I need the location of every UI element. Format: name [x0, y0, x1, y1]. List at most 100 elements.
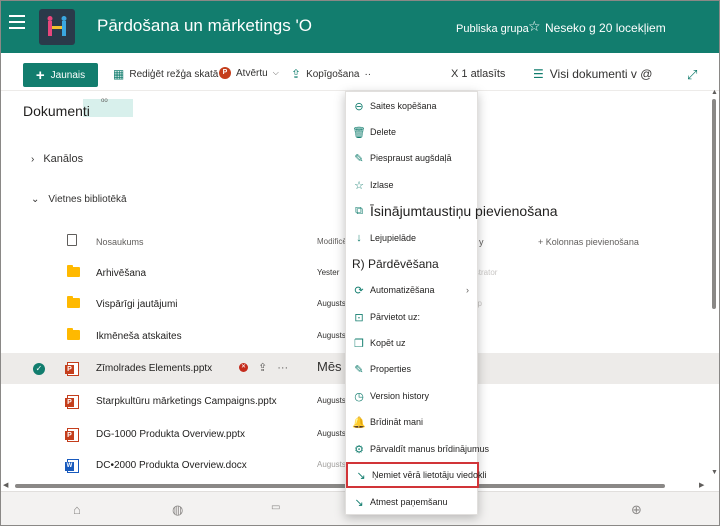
menu-item-rename[interactable]: R) Pārdēvēšana [346, 251, 479, 277]
open-label: Atvērtu [236, 67, 268, 79]
powerpoint-file-icon [65, 395, 79, 409]
share-button[interactable]: ⇪ Kopīgošana ·· [291, 67, 371, 81]
globe-icon[interactable]: ◍ [172, 502, 183, 518]
checkout-icon: ↘ [356, 469, 366, 482]
file-name[interactable]: Zīmolrades Elements.pptx [96, 363, 212, 374]
powerpoint-file-icon [65, 428, 79, 442]
plus-icon: + [35, 66, 45, 84]
menu-item-add-shortcut[interactable]: ⧉ Īsinājumtaustiņu pievienošana [346, 198, 558, 224]
selected-count[interactable]: X 1 atlasīts [451, 68, 505, 80]
row-checkmark-icon[interactable]: ✓ [33, 363, 45, 375]
menu-item-delete[interactable]: 🗑 Delete [346, 119, 479, 145]
shortcut-icon: ⧉ [355, 204, 363, 217]
add-column-button[interactable]: + Kolonnas pievienošana [538, 237, 639, 247]
pencil-icon: ✎ [354, 363, 364, 376]
star-icon: ☆ [354, 179, 364, 192]
menu-item-properties[interactable]: ✎ Properties [346, 356, 479, 382]
modified-date: Yester [317, 268, 340, 277]
menu-item-download[interactable]: ↓ Lejupielāde [346, 225, 479, 251]
vertical-scroll-thumb[interactable] [712, 99, 716, 309]
modified-date: Augusts [317, 299, 346, 308]
expand-icon[interactable]: ⤢ [687, 67, 697, 83]
context-menu: ⊖ Saites kopēšana 🗑 Delete ✎ Piespraust … [345, 91, 558, 515]
library-title: Dokumenti [23, 103, 90, 119]
scroll-down-icon[interactable]: ▼ [711, 469, 718, 476]
file-name[interactable]: Arhivēšana [96, 268, 146, 279]
open-button[interactable]: P Atvērtu ⌵ [219, 67, 279, 79]
more-options-icon[interactable]: ·· [364, 69, 371, 80]
file-type-column-icon[interactable] [67, 234, 77, 246]
menu-item-copy-to[interactable]: ❐ Kopēt uz [346, 330, 479, 356]
menu-item-manage-alerts[interactable]: ⚙ Pārvaldīt manus brīdinājumus [346, 436, 489, 462]
menu-item-version-history[interactable]: ◷ Version history [346, 383, 479, 409]
powerpoint-file-icon [65, 362, 79, 376]
menu-item-pin-to-top[interactable]: ✎ Piespraust augšdaļā [346, 145, 479, 171]
menu-item-copy-link[interactable]: ⊖ Saites kopēšana [346, 93, 479, 119]
add-icon[interactable]: ⊕ [631, 502, 642, 518]
copy-icon: ❐ [354, 337, 364, 350]
menu-item-move-to[interactable]: ⊡ Pārvietot uz: [346, 304, 479, 330]
powerpoint-icon: P [219, 67, 231, 79]
scroll-up-icon[interactable]: ▲ [711, 89, 718, 96]
download-icon: ↓ [356, 232, 362, 244]
scroll-right-icon[interactable]: ▶ [699, 481, 704, 489]
modified-date: Augusts [317, 331, 346, 340]
news-icon[interactable]: ▭ [271, 502, 280, 513]
menu-item-automate[interactable]: ⟳ Automatizēšana › [346, 277, 479, 303]
site-library-label: Vietnes bibliotēkā [48, 194, 127, 205]
file-name[interactable]: Ikmēneša atskaites [96, 331, 182, 342]
file-name[interactable]: DG-1000 Produkta Overview.pptx [96, 429, 245, 440]
edit-grid-view-button[interactable]: ▦ Rediģēt režģa skatā [113, 67, 218, 81]
hamburger-menu-icon[interactable] [9, 15, 25, 29]
channels-section[interactable]: › Kanālos [31, 153, 83, 165]
menu-item-discard-check-out[interactable]: ↘ Atmest paņemšanu [346, 489, 479, 515]
row-more-icon[interactable]: ··· [277, 362, 288, 374]
new-button[interactable]: + Jaunais [23, 63, 98, 87]
horizontal-scroll-thumb[interactable] [15, 484, 665, 488]
trash-icon: 🗑 [352, 126, 366, 139]
member-count[interactable]: Neseko g 20 locekļiem [545, 21, 666, 35]
name-column-header[interactable]: Nosaukums [96, 237, 144, 247]
share-row-icon[interactable]: ⇪ [258, 361, 267, 374]
folder-icon [67, 265, 80, 277]
scroll-left-icon[interactable]: ◀ [3, 481, 8, 489]
chevron-down-icon: ⌵ [272, 68, 279, 77]
modified-date: Augusts [317, 460, 346, 469]
share-label: Kopīgošana [306, 68, 360, 80]
history-icon: ◷ [354, 390, 364, 403]
follow-star-icon[interactable]: ☆ [528, 18, 541, 35]
channels-label: Kanālos [43, 153, 84, 165]
chevron-right-icon: › [31, 153, 35, 165]
title-highlight [83, 99, 133, 117]
menu-item-alert-me[interactable]: 🔔 Brīdināt mani [346, 409, 479, 435]
modified-date: Augusts [317, 396, 346, 405]
title-badge: oo [101, 98, 108, 104]
edit-grid-label: Rediģēt režģa skatā [129, 68, 219, 80]
vertical-scrollbar[interactable]: ▲ ▼ [711, 89, 718, 481]
move-icon: ⊡ [354, 311, 364, 324]
row-actions: ✕ ⇪ ··· [239, 361, 288, 374]
view-selector[interactable]: ☰ Visi dokumenti v @ [533, 67, 652, 81]
site-library-section[interactable]: ⌄ Vietnes bibliotēkā [31, 194, 127, 205]
menu-item-favorite[interactable]: ☆ Izlase [346, 172, 479, 198]
menu-item-check-out[interactable]: ↘ Ņemiet vērā lietotāju viedokli [346, 462, 487, 488]
site-logo[interactable] [39, 9, 75, 45]
error-icon: ✕ [239, 363, 248, 372]
new-button-label: Jaunais [50, 69, 86, 81]
site-title[interactable]: Pārdošana un mārketings 'O [97, 16, 312, 36]
site-header: Pārdošana un mārketings 'O Publiska grup… [1, 1, 719, 53]
view-label: Visi dokumenti v @ [549, 67, 653, 81]
modified-by-column-header[interactable]: y [479, 237, 484, 247]
home-icon[interactable]: ⌂ [73, 502, 81, 517]
team-logo-icon [47, 16, 67, 36]
file-name[interactable]: DC•2000 Produkta Overview.docx [96, 460, 247, 471]
modified-date: Mēs [317, 359, 342, 374]
file-name[interactable]: Starpkultūru mārketings Campaigns.pptx [96, 396, 277, 407]
automate-icon: ⟳ [354, 284, 364, 297]
group-visibility-label: Publiska grupa [456, 23, 529, 35]
discard-checkout-icon: ↘ [354, 496, 364, 509]
manage-alerts-icon: ⚙ [354, 443, 364, 456]
file-name[interactable]: Vispārīgi jautājumi [96, 299, 178, 310]
sharepoint-window: Pārdošana un mārketings 'O Publiska grup… [0, 0, 720, 526]
modified-date: Augusts [317, 429, 346, 438]
